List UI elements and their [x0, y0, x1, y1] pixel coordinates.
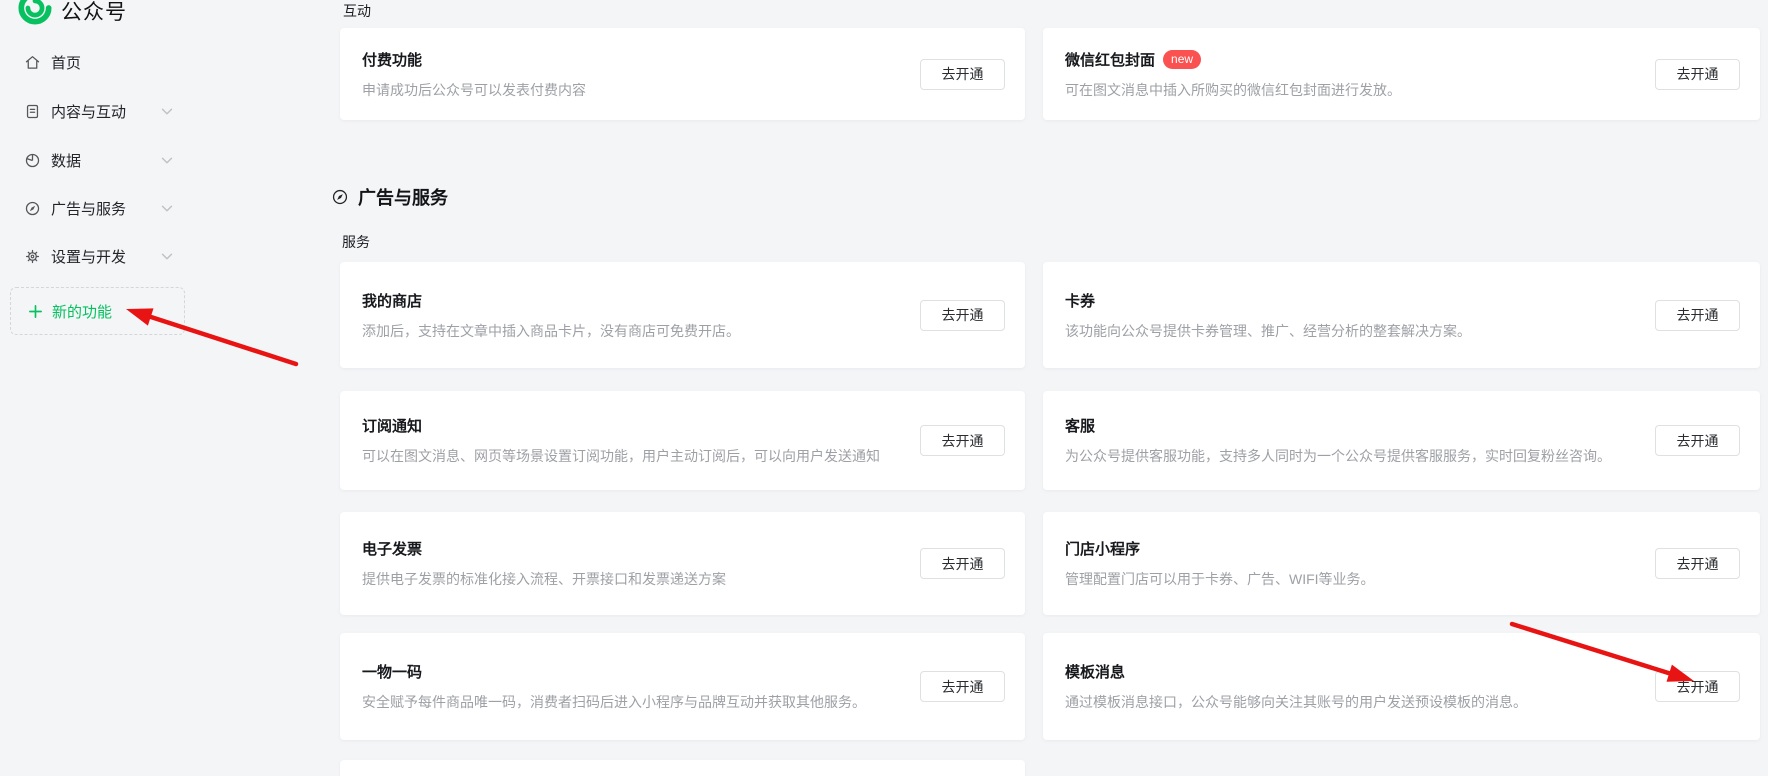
feature-card-title-row: 卡券: [1065, 290, 1471, 311]
open-feature-button[interactable]: 去开通: [920, 59, 1005, 90]
feature-card-title-row: 电子发票: [362, 538, 726, 559]
feature-card-title: 微信红包封面: [1065, 49, 1155, 70]
feature-card-title: 电子发票: [362, 538, 422, 559]
feature-card-description: 安全赋予每件商品唯一码，消费者扫码后进入小程序与品牌互动并获取其他服务。: [362, 692, 866, 712]
content-icon: [24, 103, 41, 120]
sidebar-item-home[interactable]: 首页: [0, 51, 200, 73]
feature-card-services-7: 模板消息 通过模板消息接口，公众号能够向关注其账号的用户发送预设模板的消息。 去…: [1043, 633, 1760, 740]
app-title: 公众号: [61, 0, 127, 26]
partial-feature-card: [340, 760, 1025, 776]
open-feature-button[interactable]: 去开通: [1655, 59, 1740, 90]
feature-card-services-6: 一物一码 安全赋予每件商品唯一码，消费者扫码后进入小程序与品牌互动并获取其他服务…: [340, 633, 1025, 740]
open-feature-button[interactable]: 去开通: [920, 425, 1005, 456]
section-label-interaction: 互动: [343, 1, 371, 21]
ads-services-section-title: 广告与服务: [358, 184, 448, 210]
open-feature-button[interactable]: 去开通: [1655, 425, 1740, 456]
feature-card-description: 管理配置门店可以用于卡券、广告、WIFI等业务。: [1065, 569, 1375, 589]
sidebar-item-ads[interactable]: 广告与服务: [0, 197, 200, 219]
feature-card-description: 通过模板消息接口，公众号能够向关注其账号的用户发送预设模板的消息。: [1065, 692, 1527, 712]
feature-card-title: 付费功能: [362, 49, 422, 70]
feature-card-text: 付费功能 申请成功后公众号可以发表付费内容: [362, 49, 586, 100]
compass-icon: [24, 200, 41, 217]
feature-card-services-5: 门店小程序 管理配置门店可以用于卡券、广告、WIFI等业务。 去开通: [1043, 512, 1760, 615]
feature-card-title: 卡券: [1065, 290, 1095, 311]
feature-card-description: 可在图文消息中插入所购买的微信红包封面进行发放。: [1065, 80, 1401, 100]
sidebar-item-label: 设置与开发: [51, 246, 126, 267]
home-icon: [24, 54, 41, 71]
compass-icon: [331, 188, 349, 206]
sidebar-item-content[interactable]: 内容与互动: [0, 100, 200, 122]
data-icon: [24, 152, 41, 169]
sidebar: 公众号 首页 内容与互动 数据 广告与服务 设置与开发: [0, 0, 300, 776]
open-feature-button[interactable]: 去开通: [1655, 300, 1740, 331]
feature-card-title-row: 客服: [1065, 415, 1611, 436]
chevron-down-icon: [161, 108, 173, 116]
sidebar-item-label: 内容与互动: [51, 101, 126, 122]
sidebar-item-label: 广告与服务: [51, 198, 126, 219]
feature-card-services-2: 订阅通知 可以在图文消息、网页等场景设置订阅功能，用户主动订阅后，可以向用户发送…: [340, 391, 1025, 490]
feature-card-description: 为公众号提供客服功能，支持多人同时为一个公众号提供客服服务，实时回复粉丝咨询。: [1065, 446, 1611, 466]
feature-card-interaction-1: 微信红包封面 new 可在图文消息中插入所购买的微信红包封面进行发放。 去开通: [1043, 28, 1760, 120]
feature-card-text: 我的商店 添加后，支持在文章中插入商品卡片，没有商店可免费开店。: [362, 290, 740, 341]
feature-card-text: 一物一码 安全赋予每件商品唯一码，消费者扫码后进入小程序与品牌互动并获取其他服务…: [362, 661, 866, 712]
feature-card-text: 电子发票 提供电子发票的标准化接入流程、开票接口和发票递送方案: [362, 538, 726, 589]
brand: 公众号: [18, 0, 127, 30]
feature-card-text: 客服 为公众号提供客服功能，支持多人同时为一个公众号提供客服服务，实时回复粉丝咨…: [1065, 415, 1611, 466]
feature-card-title: 模板消息: [1065, 661, 1125, 682]
feature-card-description: 该功能向公众号提供卡券管理、推广、经营分析的整套解决方案。: [1065, 321, 1471, 341]
group-label-services: 服务: [342, 232, 370, 252]
sidebar-item-data[interactable]: 数据: [0, 149, 200, 171]
feature-card-title-row: 订阅通知: [362, 415, 880, 436]
open-feature-button[interactable]: 去开通: [920, 671, 1005, 702]
new-badge: new: [1163, 50, 1201, 69]
chevron-down-icon: [161, 205, 173, 213]
feature-card-services-0: 我的商店 添加后，支持在文章中插入商品卡片，没有商店可免费开店。 去开通: [340, 262, 1025, 368]
feature-card-title: 一物一码: [362, 661, 422, 682]
feature-card-title-row: 微信红包封面 new: [1065, 49, 1401, 70]
feature-card-services-3: 客服 为公众号提供客服功能，支持多人同时为一个公众号提供客服服务，实时回复粉丝咨…: [1043, 391, 1760, 490]
feature-card-title: 客服: [1065, 415, 1095, 436]
new-feature-button[interactable]: 新的功能: [10, 287, 185, 335]
feature-card-title-row: 付费功能: [362, 49, 586, 70]
feature-card-description: 添加后，支持在文章中插入商品卡片，没有商店可免费开店。: [362, 321, 740, 341]
chevron-down-icon: [161, 157, 173, 165]
feature-card-title-row: 我的商店: [362, 290, 740, 311]
sidebar-item-label: 首页: [51, 52, 81, 73]
plus-icon: [28, 304, 43, 319]
chevron-down-icon: [161, 253, 173, 261]
feature-card-interaction-0: 付费功能 申请成功后公众号可以发表付费内容 去开通: [340, 28, 1025, 120]
feature-card-title: 我的商店: [362, 290, 422, 311]
feature-card-description: 申请成功后公众号可以发表付费内容: [362, 80, 586, 100]
feature-card-services-1: 卡券 该功能向公众号提供卡券管理、推广、经营分析的整套解决方案。 去开通: [1043, 262, 1760, 368]
new-feature-label: 新的功能: [52, 301, 112, 322]
open-feature-button[interactable]: 去开通: [1655, 548, 1740, 579]
feature-card-services-4: 电子发票 提供电子发票的标准化接入流程、开票接口和发票递送方案 去开通: [340, 512, 1025, 615]
open-feature-button[interactable]: 去开通: [1655, 671, 1740, 702]
feature-card-title-row: 一物一码: [362, 661, 866, 682]
feature-card-text: 订阅通知 可以在图文消息、网页等场景设置订阅功能，用户主动订阅后，可以向用户发送…: [362, 415, 880, 466]
feature-card-title-row: 模板消息: [1065, 661, 1527, 682]
sidebar-item-label: 数据: [51, 150, 81, 171]
feature-card-title: 订阅通知: [362, 415, 422, 436]
feature-card-title-row: 门店小程序: [1065, 538, 1375, 559]
feature-card-title: 门店小程序: [1065, 538, 1140, 559]
wechat-official-account-logo-icon: [18, 0, 52, 30]
gear-icon: [24, 248, 41, 265]
open-feature-button[interactable]: 去开通: [920, 548, 1005, 579]
ads-services-section-header: 广告与服务: [331, 184, 448, 210]
feature-card-text: 门店小程序 管理配置门店可以用于卡券、广告、WIFI等业务。: [1065, 538, 1375, 589]
feature-card-text: 模板消息 通过模板消息接口，公众号能够向关注其账号的用户发送预设模板的消息。: [1065, 661, 1527, 712]
sidebar-item-settings[interactable]: 设置与开发: [0, 245, 200, 267]
feature-card-description: 提供电子发票的标准化接入流程、开票接口和发票递送方案: [362, 569, 726, 589]
feature-card-text: 卡券 该功能向公众号提供卡券管理、推广、经营分析的整套解决方案。: [1065, 290, 1471, 341]
feature-card-description: 可以在图文消息、网页等场景设置订阅功能，用户主动订阅后，可以向用户发送通知: [362, 446, 880, 466]
feature-card-text: 微信红包封面 new 可在图文消息中插入所购买的微信红包封面进行发放。: [1065, 49, 1401, 100]
open-feature-button[interactable]: 去开通: [920, 300, 1005, 331]
wechat-official-account-admin-page: 公众号 首页 内容与互动 数据 广告与服务 设置与开发: [0, 0, 1768, 776]
